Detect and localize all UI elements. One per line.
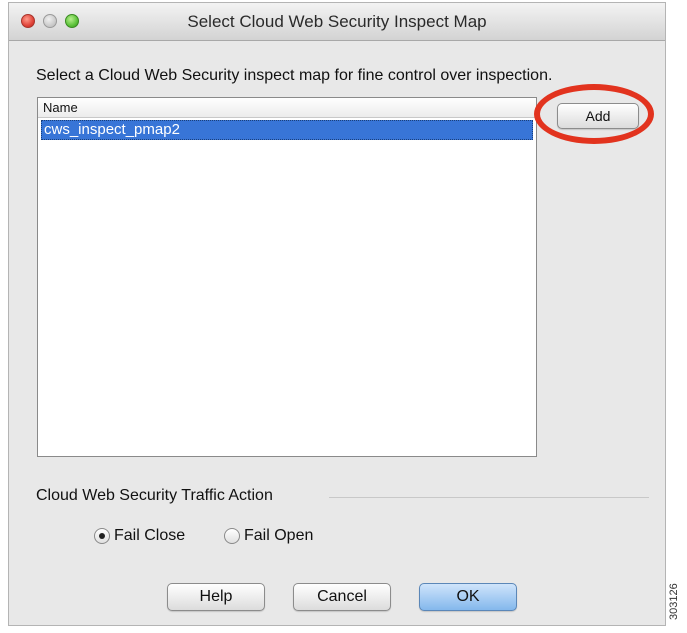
inspect-map-list[interactable]: Name cws_inspect_pmap2 bbox=[37, 97, 537, 457]
fail-open-radio[interactable] bbox=[224, 528, 240, 544]
list-column-header[interactable]: Name bbox=[38, 98, 536, 118]
title-bar: Select Cloud Web Security Inspect Map bbox=[9, 3, 665, 41]
instruction-text: Select a Cloud Web Security inspect map … bbox=[36, 67, 553, 84]
section-divider bbox=[329, 497, 649, 498]
help-button[interactable]: Help bbox=[167, 583, 265, 611]
fail-close-radio[interactable] bbox=[94, 528, 110, 544]
radio-selected-dot bbox=[99, 533, 105, 539]
figure-id: 303126 bbox=[668, 583, 680, 621]
window-title: Select Cloud Web Security Inspect Map bbox=[187, 12, 487, 31]
traffic-action-label: Cloud Web Security Traffic Action bbox=[36, 487, 273, 504]
fail-close-label[interactable]: Fail Close bbox=[114, 527, 185, 545]
fail-open-label[interactable]: Fail Open bbox=[244, 527, 313, 545]
annotation-highlight-ellipse bbox=[534, 84, 654, 144]
cancel-button[interactable]: Cancel bbox=[293, 583, 391, 611]
list-item[interactable]: cws_inspect_pmap2 bbox=[41, 120, 533, 140]
ok-button[interactable]: OK bbox=[419, 583, 517, 611]
